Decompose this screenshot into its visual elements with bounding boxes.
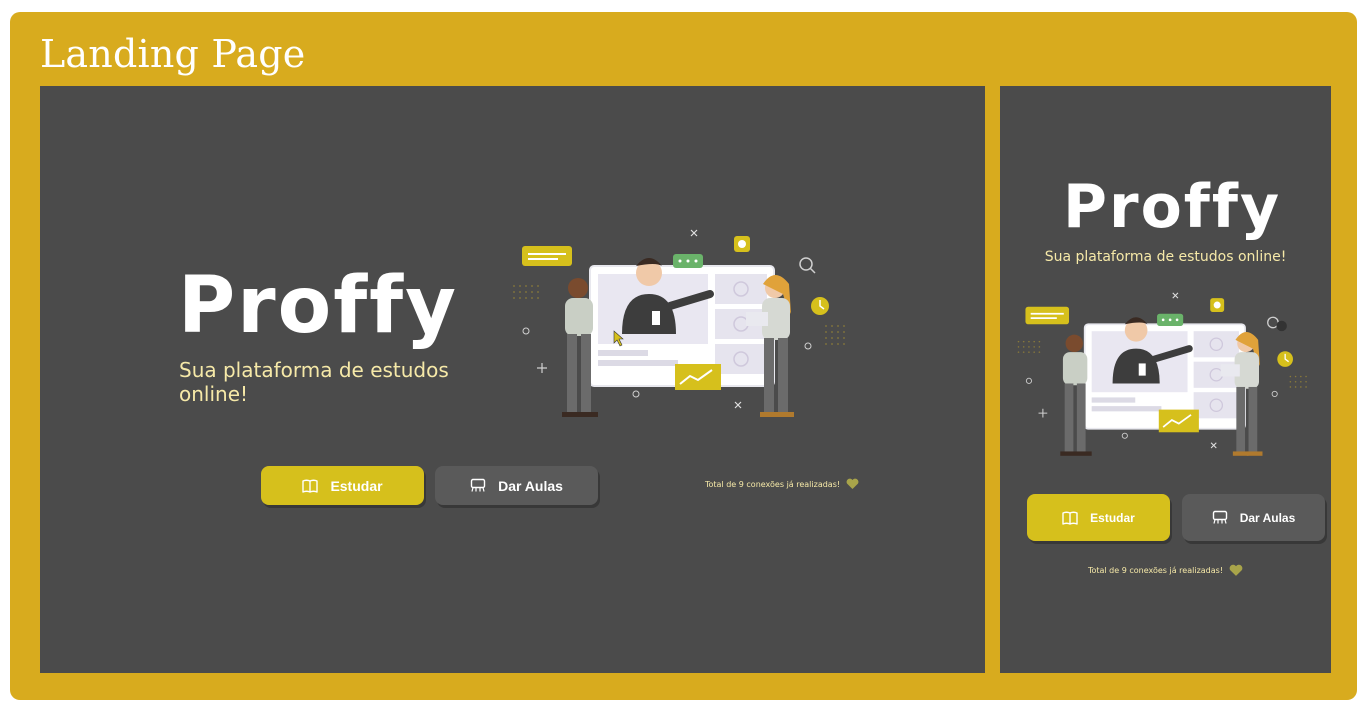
connections-text: Total de 9 conexões já realizadas! bbox=[705, 479, 841, 489]
teach-button[interactable]: Dar Aulas bbox=[1182, 494, 1325, 541]
connections-text: Total de 9 conexões já realizadas! bbox=[1087, 566, 1224, 575]
desktop-landing-panel: Proffy Sua plataforma de estudos online! bbox=[40, 86, 985, 673]
teach-button[interactable]: Dar Aulas bbox=[435, 466, 598, 505]
frame-title: Landing Page bbox=[40, 32, 306, 76]
study-button-label: Estudar bbox=[330, 477, 383, 494]
connections-counter: Total de 9 conexões já realizadas! bbox=[1000, 564, 1331, 577]
tagline: Sua plataforma de estudos online! bbox=[179, 358, 449, 406]
hero-illustration bbox=[1017, 292, 1307, 456]
proffy-logo: Proffy bbox=[1063, 172, 1282, 242]
book-icon bbox=[302, 479, 319, 493]
teach-button-label: Dar Aulas bbox=[1239, 510, 1296, 525]
study-button[interactable]: Estudar bbox=[1027, 494, 1170, 541]
proffy-logo: Proffy bbox=[178, 261, 458, 351]
study-button-label: Estudar bbox=[1090, 510, 1135, 525]
book-icon bbox=[1062, 511, 1078, 525]
study-button[interactable]: Estudar bbox=[261, 466, 424, 505]
tagline: Sua plataforma de estudos online! bbox=[1044, 249, 1287, 265]
mobile-landing-panel: Proffy Sua plataforma de estudos online! bbox=[1000, 86, 1331, 673]
presentation-icon bbox=[1212, 510, 1227, 524]
hero-illustration bbox=[513, 229, 845, 417]
connections-counter: Total de 9 conexões já realizadas! bbox=[705, 478, 859, 490]
heart-icon bbox=[1229, 564, 1243, 576]
heart-icon bbox=[846, 478, 859, 489]
teach-button-label: Dar Aulas bbox=[498, 477, 563, 494]
landing-page-frame: Landing Page Proffy Sua plataforma de es… bbox=[10, 12, 1357, 700]
presentation-icon bbox=[470, 478, 486, 492]
